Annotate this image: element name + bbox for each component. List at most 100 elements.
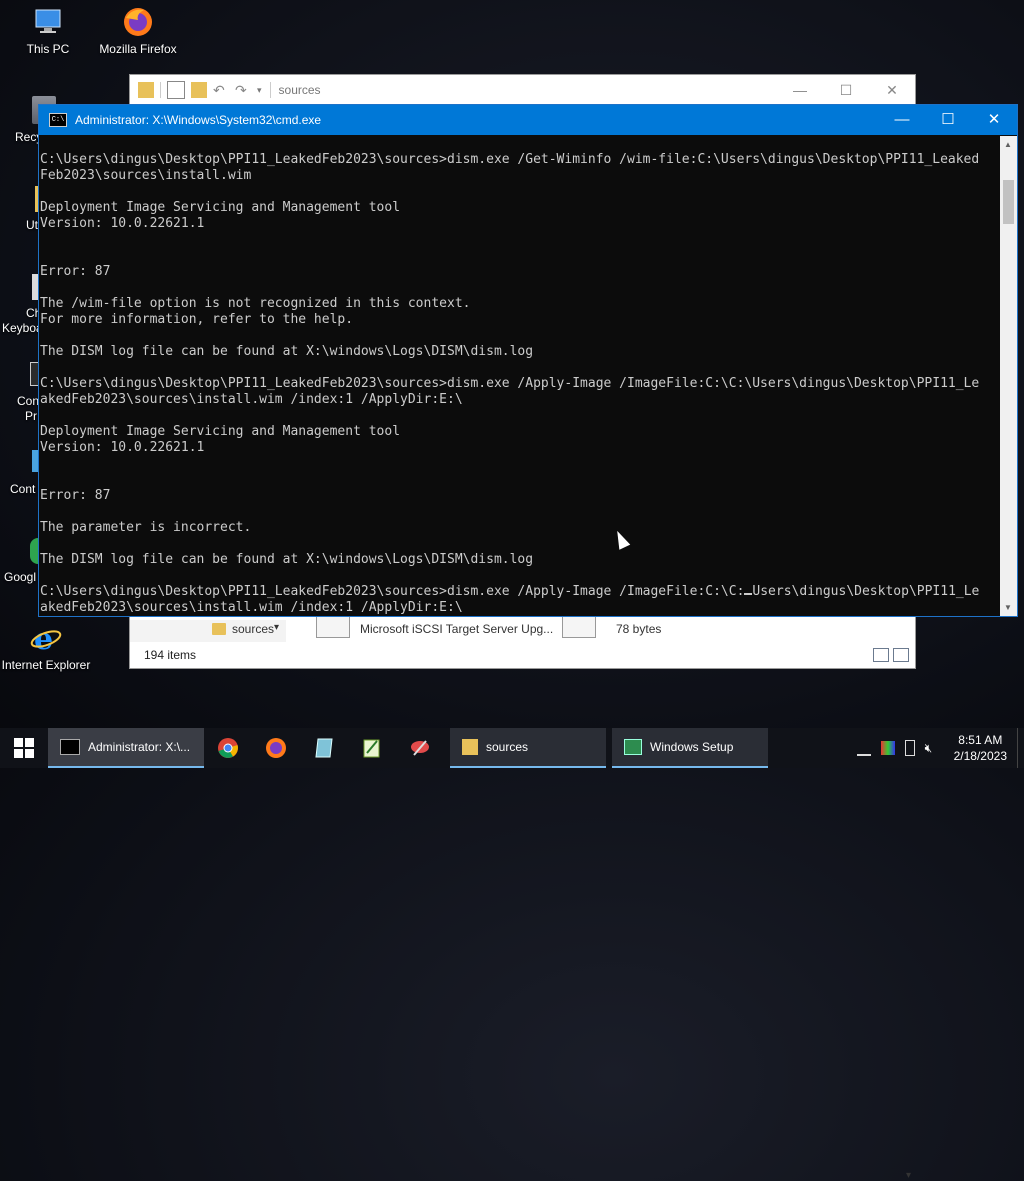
desktop-icon-label: This PC (26, 42, 70, 56)
console-output[interactable]: C:\Users\dingus\Desktop\PPI11_LeakedFeb2… (40, 136, 998, 632)
snipping-tool-icon (411, 740, 429, 756)
console-line: C:\Users\dingus\Desktop\PPI11_LeakedFeb2… (40, 152, 980, 167)
console-line: The /wim-file option is not recognized i… (40, 296, 471, 311)
console-line: The DISM log file can be found at X:\win… (40, 344, 534, 359)
taskbar-pin-snipping-tool[interactable] (396, 728, 444, 768)
scroll-up-icon[interactable]: ▲ (1004, 140, 1012, 149)
console-line: C:\Users\dingus\Desktop\PPI11_LeakedFeb2… (40, 376, 980, 391)
redo-icon[interactable]: ↷ (235, 82, 251, 98)
desktop-icon-label: Googl (4, 570, 37, 584)
show-desktop-button[interactable] (1017, 728, 1024, 768)
console-text: Users\dingus\Desktop\PPI11_Le (752, 584, 980, 599)
console-line: Deployment Image Servicing and Managemen… (40, 200, 401, 215)
taskbar-pin-notepad[interactable] (300, 728, 348, 768)
desktop-icon-firefox[interactable]: Mozilla Firefox (90, 6, 186, 56)
scroll-down-icon[interactable]: ▼ (1004, 603, 1012, 612)
windows-setup-icon (624, 739, 642, 755)
volume-muted-icon[interactable]: 🔇︎ (925, 741, 939, 755)
clock-time: 8:51 AM (958, 733, 1003, 747)
desktop-icon-label: Cont (10, 482, 36, 496)
cmd-icon (60, 739, 80, 755)
details-view-icon[interactable] (873, 648, 889, 662)
taskbar-pin-notepadpp[interactable] (348, 728, 396, 768)
console-line: Deployment Image Servicing and Managemen… (40, 424, 401, 439)
folder-icon (462, 739, 478, 755)
console-line: The DISM log file can be found at X:\win… (40, 552, 534, 567)
scrollbar-thumb[interactable] (1003, 180, 1014, 224)
this-pc-icon (32, 6, 64, 38)
scroll-down-icon[interactable]: ▾ (906, 1170, 911, 1181)
properties-icon[interactable] (167, 81, 185, 99)
taskbar-pin-chrome[interactable] (204, 728, 252, 768)
status-bar: 194 items (130, 642, 915, 668)
console-line: Version: 10.0.22621.1 (40, 440, 205, 455)
display-color-icon[interactable] (880, 741, 895, 755)
minimize-button[interactable]: — (879, 105, 925, 135)
clock-date: 2/18/2023 (953, 749, 1007, 763)
console-line: For more information, refer to the help. (40, 312, 354, 327)
console-line: Feb2023\sources\install.wim (40, 168, 252, 183)
qat-dropdown-icon[interactable]: ▾ (257, 85, 262, 96)
start-button[interactable] (0, 728, 48, 768)
console-line: The parameter is incorrect. (40, 520, 252, 535)
maximize-button[interactable]: ☐ (925, 105, 971, 135)
cmd-titlebar[interactable]: C:\ Administrator: X:\Windows\System32\c… (39, 105, 1017, 135)
taskbar-item-windows-setup[interactable]: Windows Setup (612, 728, 768, 768)
clock[interactable]: 8:51 AM 2/18/2023 (954, 732, 1007, 764)
system-tray: 🔇︎ 8:51 AM 2/18/2023 (852, 728, 1024, 768)
taskbar-item-sources[interactable]: sources (450, 728, 606, 768)
large-icons-view-icon[interactable] (893, 648, 909, 662)
desktop-icon-label: Internet Explorer (1, 658, 91, 672)
maximize-button[interactable]: ☐ (823, 75, 869, 105)
console-line: Version: 10.0.22621.1 (40, 216, 205, 231)
taskbar-pin-firefox[interactable] (252, 728, 300, 768)
network-disconnected-icon[interactable] (856, 740, 871, 756)
taskbar-item-cmd[interactable]: Administrator: X:\... (48, 728, 204, 768)
console-line: Error: 87 (40, 488, 111, 503)
window-controls: — ☐ ✕ (777, 75, 915, 105)
desktop-icon-label: Ut (26, 218, 38, 232)
vertical-scrollbar[interactable]: ▲ ▼ (1000, 136, 1017, 616)
console-text: C:\Users\dingus\Desktop\PPI11_LeakedFeb2… (40, 584, 745, 599)
new-folder-icon[interactable] (191, 82, 207, 98)
taskbar-item-label: Windows Setup (650, 740, 734, 754)
chrome-icon (218, 738, 238, 758)
command-prompt-window[interactable]: C:\ Administrator: X:\Windows\System32\c… (38, 104, 1018, 617)
minimize-button[interactable]: — (777, 75, 823, 105)
google-chrome-icon[interactable] (30, 538, 38, 564)
console-line: Error: 87 (40, 264, 111, 279)
desktop-icon-label: Pr (25, 409, 37, 423)
cmd-icon: C:\ (49, 113, 67, 127)
windows-logo-icon (14, 738, 34, 758)
desktop-icon-label: Keyboa (2, 321, 43, 335)
usb-drive-icon[interactable] (904, 740, 915, 756)
notepad-icon (315, 738, 333, 758)
console-line: C:\Users\dingus\Desktop\PPI11_LeakedFeb2… (40, 584, 998, 600)
window-title: sources (278, 83, 321, 97)
folder-icon[interactable] (138, 82, 154, 98)
taskbar-item-label: sources (486, 740, 529, 754)
console-line: akedFeb2023\sources\install.wim /index:1… (40, 600, 463, 615)
close-button[interactable]: ✕ (869, 75, 915, 105)
notepadpp-icon (363, 739, 380, 758)
taskbar-item-label: Administrator: X:\... (88, 740, 191, 754)
window-title: Administrator: X:\Windows\System32\cmd.e… (75, 113, 322, 127)
desktop-icon-this-pc[interactable]: This PC (0, 6, 96, 56)
desktop-icon-label: Mozilla Firefox (99, 42, 177, 56)
close-button[interactable]: ✕ (971, 105, 1017, 135)
taskbar: Administrator: X:\... sources Windows Se… (0, 728, 1024, 768)
firefox-icon (266, 738, 286, 758)
undo-icon[interactable]: ↶ (213, 82, 229, 98)
